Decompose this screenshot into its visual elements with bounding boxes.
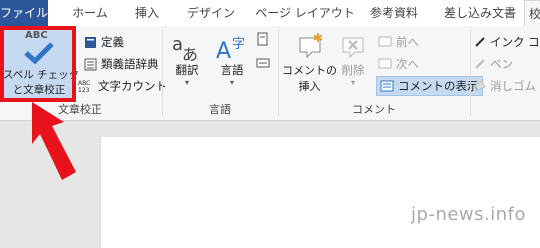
tab-mailings[interactable]: 差し込み文書: [436, 0, 524, 26]
eraser-button[interactable]: 消しゴム: [474, 78, 536, 94]
abc-text: ABC: [25, 30, 48, 41]
spell-label-1: スペル チェック: [3, 69, 80, 81]
show-comments-icon: [380, 80, 394, 91]
thesaurus-icon: [84, 58, 97, 70]
translate-button[interactable]: a あ 翻訳 ▾: [170, 32, 204, 87]
prev-comment-button[interactable]: 前へ: [378, 34, 419, 50]
word-count-label: 文字カウント: [98, 79, 167, 93]
eraser-label: 消しゴム: [490, 79, 536, 93]
group-label-comments: コメント: [352, 103, 396, 116]
translate-label: 翻訳: [175, 63, 199, 77]
tab-file[interactable]: ファイル: [0, 0, 48, 26]
tab-review[interactable]: 校: [524, 0, 540, 27]
language-button[interactable]: A 字 言語 ▾: [214, 32, 250, 87]
translate-doc-icon: [257, 32, 268, 46]
tab-home[interactable]: ホーム: [66, 0, 114, 26]
group-separator: [470, 30, 471, 116]
spelling-grammar-button[interactable]: ABC スペル チェック と文章校正: [2, 27, 80, 101]
new-comment-button[interactable]: ✱ コメントの 挿入: [282, 32, 337, 94]
language-icon: A 字: [216, 37, 245, 62]
word-count-button[interactable]: ABC 123 文字カウント: [78, 78, 167, 94]
prev-comment-icon: [378, 36, 392, 46]
checkmark-icon: [24, 42, 54, 64]
svg-text:✱: ✱: [313, 32, 323, 45]
language-label: 言語: [220, 63, 244, 77]
next-comment-icon: [378, 58, 392, 68]
pen-label: ペン: [490, 57, 513, 71]
thesaurus-button[interactable]: 類義語辞典: [84, 56, 159, 72]
group-label-language: 言語: [209, 103, 231, 116]
svg-text:字: 字: [232, 37, 245, 52]
arrow-annotation: [32, 102, 76, 180]
group-separator: [278, 30, 279, 116]
new-comment-icon: ✱: [299, 32, 323, 59]
show-comments-label: コメントの表示: [398, 79, 479, 93]
spell-label-2: と文章校正: [12, 84, 66, 96]
define-button[interactable]: 定義: [84, 34, 124, 50]
book-icon: [85, 36, 96, 48]
svg-text:123: 123: [78, 87, 90, 93]
pen-icon: [475, 59, 485, 69]
delete-comment-label: 削除: [341, 63, 365, 77]
language-option-button[interactable]: [256, 32, 270, 46]
delete-comment-icon: [342, 37, 364, 59]
ink-comment-button[interactable]: インク コメ: [474, 34, 540, 50]
delete-dropdown-icon: ▾: [350, 78, 355, 87]
word-count-icon: ABC123: [78, 80, 90, 93]
translate-dropdown-icon: ▾: [184, 78, 189, 87]
translate-icon: a あ: [172, 34, 198, 62]
next-comment-label: 次へ: [396, 57, 419, 71]
define-label: 定義: [101, 35, 124, 49]
tab-page-layout[interactable]: ページ レイアウト: [252, 0, 358, 26]
language-setting-button[interactable]: [256, 56, 270, 70]
document-page[interactable]: [100, 137, 540, 248]
show-comments-button[interactable]: コメントの表示: [376, 76, 483, 96]
ink-comment-label: インク コメ: [490, 35, 540, 49]
new-comment-label-1: コメントの: [282, 64, 337, 77]
ribbon-tab-bar: ファイル ホーム 挿入 デザイン ページ レイアウト 参考資料 差し込み文書 校: [0, 0, 540, 27]
tab-references[interactable]: 参考資料: [360, 0, 428, 26]
keyboard-icon: [256, 58, 270, 68]
thesaurus-label: 類義語辞典: [101, 57, 159, 71]
prev-comment-label: 前へ: [396, 35, 419, 49]
new-comment-label-2: 挿入: [298, 80, 321, 93]
svg-text:あ: あ: [182, 45, 198, 62]
eraser-icon: [474, 80, 486, 92]
next-comment-button[interactable]: 次へ: [378, 56, 419, 72]
tab-design[interactable]: デザイン: [180, 0, 242, 26]
delete-comment-button[interactable]: 削除 ▾: [338, 32, 368, 87]
svg-text:ABC: ABC: [78, 80, 90, 87]
tab-insert[interactable]: 挿入: [126, 0, 168, 26]
ink-pen-icon: [475, 37, 485, 47]
group-separator: [162, 30, 163, 116]
pen-button[interactable]: ペン: [474, 56, 513, 72]
svg-text:A: A: [216, 39, 231, 62]
language-dropdown-icon: ▾: [229, 78, 234, 87]
watermark: jp-news.info: [411, 204, 526, 225]
